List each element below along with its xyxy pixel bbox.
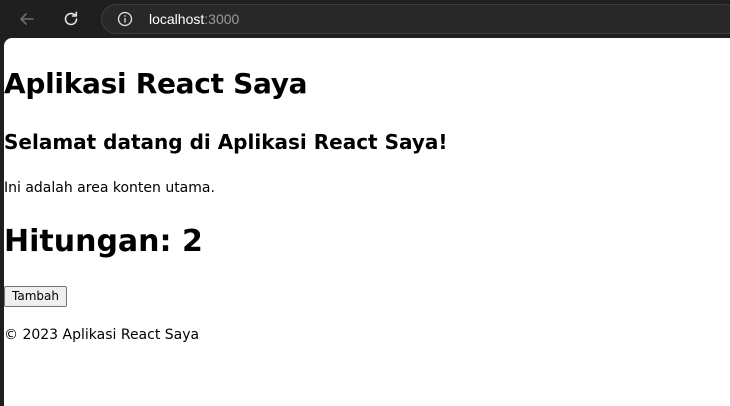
arrow-left-icon [20, 13, 34, 25]
back-button[interactable] [11, 3, 43, 35]
url-port: :3000 [204, 11, 240, 27]
browser-window: localhost:3000 Aplikasi React Saya Selam… [0, 0, 730, 406]
reload-icon [64, 11, 78, 26]
reload-button[interactable] [55, 3, 87, 35]
page-viewport: Aplikasi React Saya Selamat datang di Ap… [4, 38, 730, 406]
app-title: Aplikasi React Saya [4, 67, 308, 100]
info-icon[interactable] [117, 11, 133, 27]
main-content-text: Ini adalah area konten utama. [4, 180, 215, 196]
footer-text: © 2023 Aplikasi React Saya [4, 327, 200, 343]
add-button[interactable]: Tambah [4, 286, 67, 307]
welcome-heading: Selamat datang di Aplikasi React Saya! [4, 130, 448, 154]
url-text: localhost:3000 [149, 11, 239, 27]
counter-heading: Hitungan: 2 [4, 224, 203, 259]
url-host: localhost [149, 11, 205, 27]
address-bar[interactable]: localhost:3000 [101, 4, 730, 34]
browser-toolbar: localhost:3000 [0, 0, 730, 38]
